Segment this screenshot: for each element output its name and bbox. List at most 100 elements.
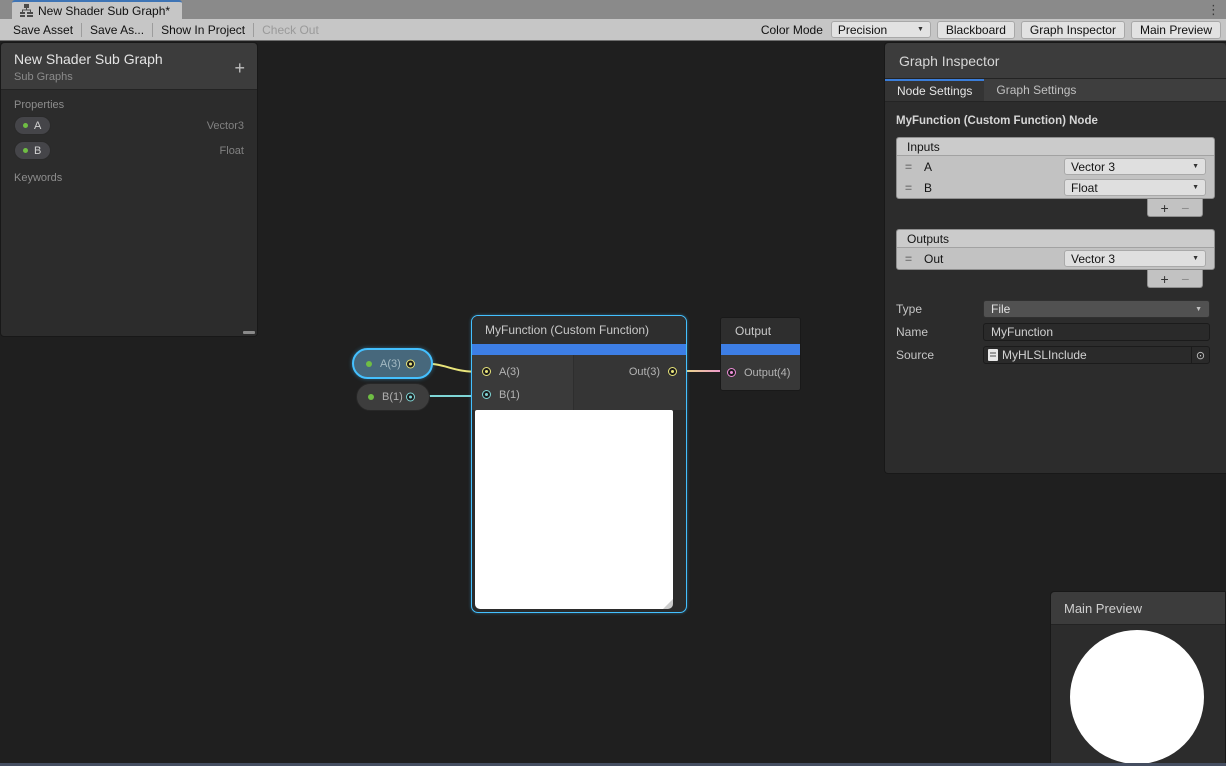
name-value: MyFunction — [991, 325, 1053, 339]
output-out-type-dropdown[interactable]: Vector 3 ▼ — [1064, 250, 1206, 267]
blackboard-panel: New Shader Sub Graph Sub Graphs + Proper… — [0, 42, 258, 337]
input-a-type-dropdown[interactable]: Vector 3 ▼ — [1064, 158, 1206, 175]
blackboard-toggle-button[interactable]: Blackboard — [937, 21, 1015, 39]
object-picker-icon[interactable]: ⊙ — [1191, 347, 1209, 363]
property-node-a-port[interactable] — [406, 359, 415, 368]
input-b-type-dropdown[interactable]: Float ▼ — [1064, 179, 1206, 196]
blackboard-resize-grip[interactable] — [243, 331, 255, 334]
input-port-row-a: A(3) — [472, 360, 573, 383]
exposed-dot-icon — [23, 123, 28, 128]
source-value: MyHLSLInclude — [1002, 348, 1087, 362]
output-node-title[interactable]: Output — [721, 318, 800, 344]
chevron-down-icon: ▼ — [1195, 306, 1202, 313]
add-property-button[interactable]: + — [234, 59, 245, 77]
add-input-button[interactable]: + — [1161, 201, 1169, 215]
remove-input-button[interactable]: − — [1181, 201, 1189, 215]
input-b-name: B — [924, 181, 932, 195]
properties-section-label: Properties — [1, 90, 257, 113]
graph-inspector-title: Graph Inspector — [899, 53, 999, 69]
graph-inspector-panel: Graph Inspector Node Settings Graph Sett… — [884, 42, 1226, 474]
save-as-button[interactable]: Save As... — [82, 20, 152, 40]
blackboard-header[interactable]: New Shader Sub Graph Sub Graphs + — [1, 43, 257, 90]
exposed-dot-icon — [23, 148, 28, 153]
input-port-b[interactable] — [482, 390, 491, 399]
color-mode-dropdown[interactable]: Precision ▼ — [831, 21, 931, 38]
tab-node-settings[interactable]: Node Settings — [885, 79, 984, 101]
blackboard-property-row: A Vector3 — [1, 113, 257, 138]
chevron-down-icon: ▼ — [1192, 184, 1199, 191]
graph-inspector-header[interactable]: Graph Inspector — [885, 43, 1226, 79]
blackboard-title: New Shader Sub Graph — [14, 51, 245, 67]
preview-resize-grip[interactable] — [663, 599, 673, 609]
function-fields: Type File ▼ Name MyFunction Source — [885, 288, 1226, 364]
output-out-name: Out — [924, 252, 943, 266]
exposed-dot-icon — [366, 361, 372, 367]
node-settings-heading: MyFunction (Custom Function) Node — [885, 102, 1226, 127]
overflow-menu-icon[interactable]: ⋮ — [1207, 0, 1220, 19]
input-port-b-label: B(1) — [499, 389, 520, 401]
type-dropdown[interactable]: File ▼ — [983, 300, 1210, 318]
property-node-b-port[interactable] — [406, 393, 415, 402]
tab-new-shader-sub-graph[interactable]: New Shader Sub Graph* — [12, 0, 182, 19]
main-preview-header[interactable]: Main Preview — [1051, 592, 1225, 625]
output-node-port[interactable] — [727, 368, 736, 377]
output-out-type-value: Vector 3 — [1071, 252, 1115, 266]
input-port-row-b: B(1) — [472, 383, 573, 406]
inputs-row-b[interactable]: = B Float ▼ — [897, 177, 1214, 198]
outputs-list-footer: + − — [1147, 270, 1203, 288]
source-object-field[interactable]: MyHLSLInclude ⊙ — [983, 346, 1210, 364]
output-node-port-label: Output(4) — [744, 367, 790, 379]
chevron-down-icon: ▼ — [1192, 163, 1199, 170]
node-preview-surface — [475, 410, 673, 609]
property-node-a-label: A(3) — [380, 358, 401, 370]
property-node-b[interactable]: B(1) — [356, 383, 430, 411]
graph-canvas[interactable]: A(3) B(1) MyFunction (Custom Function) A… — [0, 42, 1226, 766]
tab-strip: New Shader Sub Graph* ⋮ — [0, 0, 1226, 19]
output-port-out-label: Out(3) — [629, 366, 660, 378]
toolbar: Save Asset Save As... Show In Project Ch… — [0, 19, 1226, 41]
drag-handle-icon[interactable]: = — [905, 160, 917, 174]
output-node-port-row: Output(4) — [721, 367, 790, 379]
inputs-list: Inputs = A Vector 3 ▼ = B Float ▼ — [896, 137, 1215, 199]
inspector-tab-bar: Node Settings Graph Settings — [885, 79, 1226, 102]
property-pill-b[interactable]: B — [14, 141, 51, 160]
chevron-down-icon: ▼ — [1192, 255, 1199, 262]
name-input[interactable]: MyFunction — [983, 323, 1210, 341]
outputs-row-out[interactable]: = Out Vector 3 ▼ — [897, 248, 1214, 269]
drag-handle-icon[interactable]: = — [905, 181, 917, 195]
property-pill-b-label: B — [34, 145, 41, 157]
input-a-name: A — [924, 160, 932, 174]
property-b-type: Float — [220, 145, 244, 157]
output-node[interactable]: Output Output(4) — [720, 317, 801, 391]
add-output-button[interactable]: + — [1161, 272, 1169, 286]
property-node-b-label: B(1) — [382, 391, 403, 403]
tab-graph-settings-label: Graph Settings — [996, 83, 1076, 97]
node-color-strip — [721, 344, 800, 355]
save-asset-button[interactable]: Save Asset — [5, 20, 81, 40]
tab-node-settings-label: Node Settings — [897, 84, 972, 98]
main-preview-panel: Main Preview — [1050, 591, 1226, 766]
remove-output-button[interactable]: − — [1181, 272, 1189, 286]
type-field-row: Type File ▼ — [896, 300, 1210, 318]
input-port-a-label: A(3) — [499, 366, 520, 378]
property-node-a[interactable]: A(3) — [352, 348, 433, 379]
input-b-type-value: Float — [1071, 181, 1098, 195]
graph-inspector-toggle-button[interactable]: Graph Inspector — [1021, 21, 1125, 39]
sub-graph-asset-icon — [20, 4, 33, 17]
custom-function-node-title[interactable]: MyFunction (Custom Function) — [472, 316, 686, 344]
drag-handle-icon[interactable]: = — [905, 252, 917, 266]
main-preview-title: Main Preview — [1064, 601, 1142, 616]
type-label: Type — [896, 302, 983, 316]
property-pill-a[interactable]: A — [14, 116, 51, 135]
output-port-out[interactable] — [668, 367, 677, 376]
input-port-a[interactable] — [482, 367, 491, 376]
main-preview-viewport[interactable] — [1051, 625, 1225, 766]
chevron-down-icon: ▼ — [917, 26, 924, 33]
show-in-project-button[interactable]: Show In Project — [153, 20, 253, 40]
node-color-strip — [472, 344, 686, 355]
name-field-row: Name MyFunction — [896, 323, 1210, 341]
tab-graph-settings[interactable]: Graph Settings — [984, 79, 1088, 101]
inputs-row-a[interactable]: = A Vector 3 ▼ — [897, 156, 1214, 177]
custom-function-node[interactable]: MyFunction (Custom Function) A(3) B(1) O… — [471, 315, 687, 613]
main-preview-toggle-button[interactable]: Main Preview — [1131, 21, 1221, 39]
